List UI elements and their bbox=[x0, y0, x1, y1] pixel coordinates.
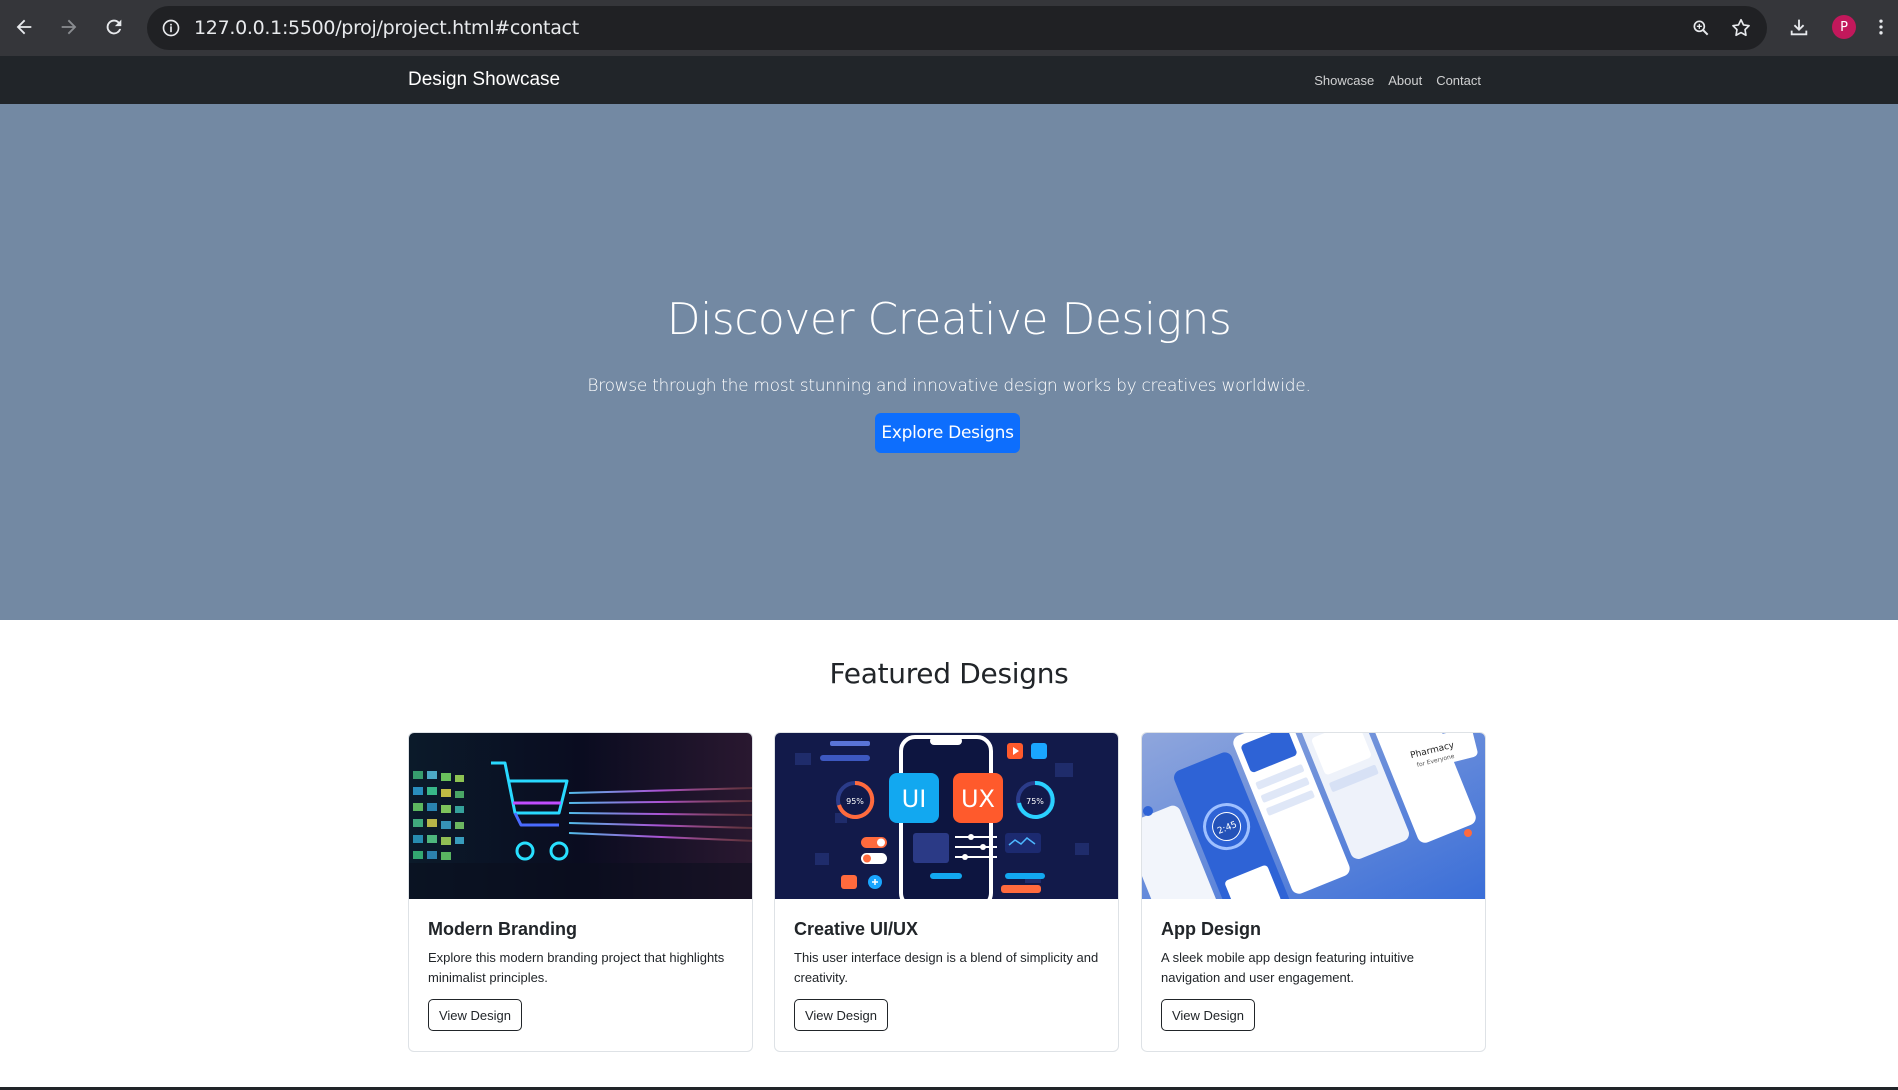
forward-icon bbox=[61, 19, 77, 35]
back-button[interactable] bbox=[3, 6, 45, 48]
forward-button[interactable] bbox=[48, 6, 90, 48]
avatar: P bbox=[1832, 15, 1856, 39]
bookmark-star-icon bbox=[1732, 18, 1750, 37]
ui-ux-illustration-image: 95% 75% UI UX bbox=[775, 733, 1118, 899]
shopping-cart-neon-image bbox=[409, 733, 752, 899]
reload-button[interactable] bbox=[93, 6, 135, 48]
ui-tile-label: UI bbox=[902, 785, 927, 813]
card-image-branding[interactable] bbox=[409, 733, 752, 899]
nav-link-about[interactable]: About bbox=[1388, 73, 1422, 88]
menu-icon bbox=[1879, 19, 1883, 35]
url-text[interactable]: 127.0.0.1:5500/proj/project.html#contact bbox=[194, 6, 579, 50]
download-icon bbox=[1790, 19, 1808, 36]
design-card-branding: Modern Branding Explore this modern bran… bbox=[408, 732, 753, 1052]
view-design-button[interactable]: View Design bbox=[1161, 999, 1255, 1031]
card-title: Creative UI/UX bbox=[794, 919, 919, 939]
card-text: A sleek mobile app design featuring intu… bbox=[1161, 950, 1414, 985]
progress-75-label: 75% bbox=[1026, 797, 1044, 806]
back-icon bbox=[16, 19, 32, 35]
site-navbar: Design Showcase Showcase About Contact bbox=[0, 56, 1898, 104]
zoom-button[interactable] bbox=[1687, 14, 1715, 42]
download-button[interactable] bbox=[1778, 6, 1820, 48]
view-design-button[interactable]: View Design bbox=[428, 999, 522, 1031]
card-title: App Design bbox=[1161, 919, 1262, 939]
design-card-uiux: 95% 75% UI UX Creative UI/UX This user i… bbox=[774, 732, 1119, 1052]
hero-section: Discover Creative Designs Browse through… bbox=[0, 104, 1898, 620]
address-bar[interactable]: 127.0.0.1:5500/proj/project.html#contact bbox=[147, 6, 1767, 50]
nav-link-contact[interactable]: Contact bbox=[1436, 73, 1481, 88]
browser-menu-button[interactable] bbox=[1866, 6, 1896, 48]
featured-title: Featured Designs bbox=[829, 657, 1069, 690]
card-image-app[interactable]: 2:45 Pharmacy for Everyone bbox=[1142, 733, 1485, 899]
card-text: This user interface design is a blend of… bbox=[794, 950, 1099, 985]
profile-button[interactable]: P bbox=[1823, 6, 1865, 48]
bookmark-button[interactable] bbox=[1727, 14, 1755, 42]
brand-link[interactable]: Design Showcase bbox=[408, 56, 560, 104]
card-title: Modern Branding bbox=[428, 919, 577, 939]
card-text: Explore this modern branding project tha… bbox=[428, 950, 725, 985]
ux-tile-label: UX bbox=[961, 785, 995, 813]
nav-links: Showcase About Contact bbox=[1314, 56, 1481, 104]
nav-link-showcase[interactable]: Showcase bbox=[1314, 73, 1374, 88]
site-info-button[interactable] bbox=[157, 14, 185, 42]
explore-designs-button[interactable]: Explore Designs bbox=[875, 413, 1020, 453]
hero-title: Discover Creative Designs bbox=[666, 294, 1232, 345]
progress-95-label: 95% bbox=[846, 797, 864, 806]
reload-icon bbox=[106, 19, 122, 35]
browser-toolbar: 127.0.0.1:5500/proj/project.html#contact… bbox=[0, 0, 1898, 56]
design-card-app: 2:45 Pharmacy for Everyone App Design A … bbox=[1141, 732, 1486, 1052]
view-design-button[interactable]: View Design bbox=[794, 999, 888, 1031]
zoom-icon bbox=[1693, 20, 1709, 36]
info-icon bbox=[162, 19, 180, 37]
card-image-uiux[interactable]: 95% 75% UI UX bbox=[775, 733, 1118, 899]
hero-subtitle: Browse through the most stunning and inn… bbox=[587, 376, 1311, 396]
mobile-app-mockup-image: 2:45 Pharmacy for Everyone bbox=[1142, 733, 1485, 899]
